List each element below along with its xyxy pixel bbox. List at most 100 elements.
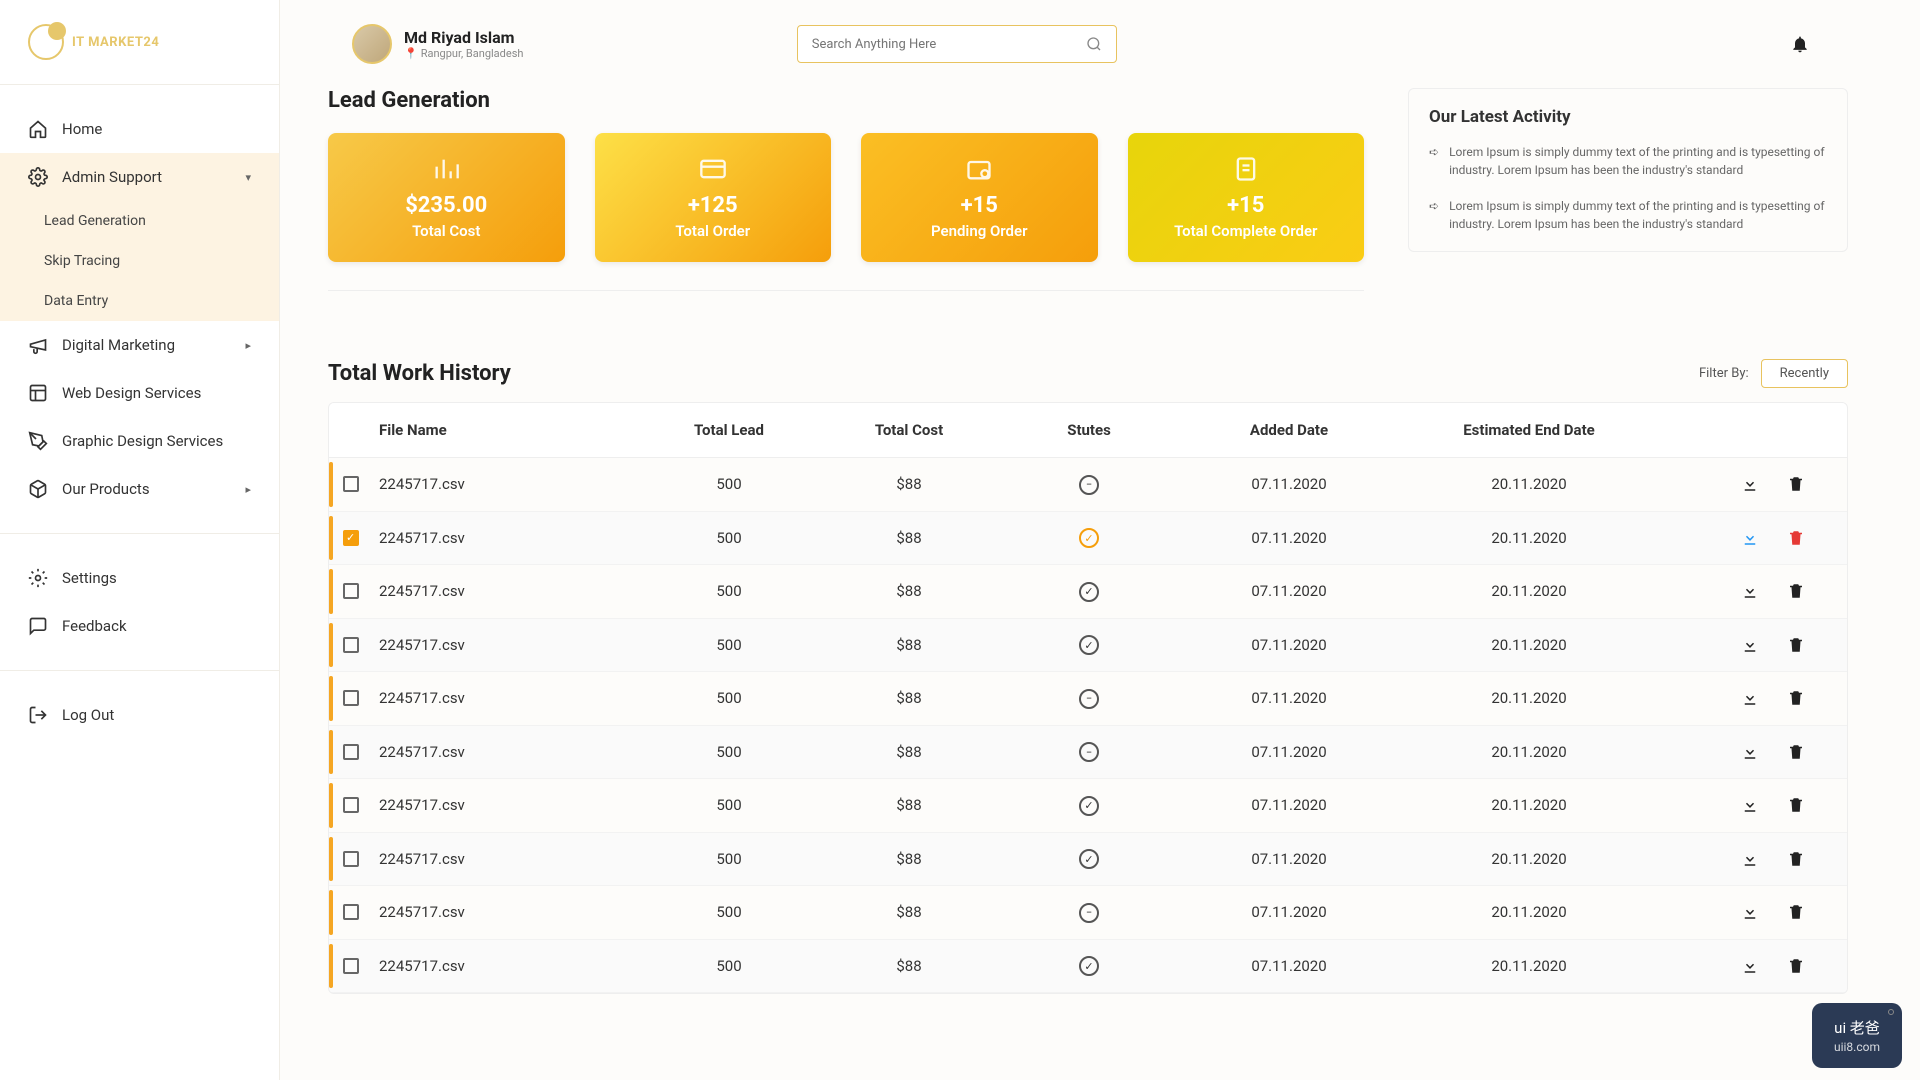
search-input[interactable]	[812, 37, 1086, 52]
nav-settings[interactable]: Settings	[0, 554, 279, 602]
table-row[interactable]: 2245717.csv500$8807.11.202020.11.2020	[329, 672, 1847, 726]
trash-icon[interactable]	[1787, 850, 1805, 868]
download-icon[interactable]	[1741, 743, 1759, 761]
row-checkbox[interactable]	[343, 690, 359, 706]
cell-file: 2245717.csv	[379, 636, 639, 654]
cell-file: 2245717.csv	[379, 850, 639, 868]
cell-end: 20.11.2020	[1399, 957, 1659, 975]
cell-status	[999, 528, 1179, 549]
nav-home[interactable]: Home	[0, 105, 279, 153]
row-checkbox[interactable]	[343, 851, 359, 867]
user-profile[interactable]: Md Riyad Islam 📍 Rangpur, Bangladesh	[352, 24, 523, 64]
row-checkbox[interactable]	[343, 637, 359, 653]
download-icon[interactable]	[1741, 796, 1759, 814]
trash-icon[interactable]	[1787, 743, 1805, 761]
trash-icon[interactable]	[1787, 903, 1805, 921]
table-row[interactable]: 2245717.csv500$8807.11.202020.11.2020	[329, 833, 1847, 887]
table-row[interactable]: 2245717.csv500$8807.11.202020.11.2020	[329, 779, 1847, 833]
search-box[interactable]	[797, 25, 1117, 63]
nav-logout-label: Log Out	[62, 706, 114, 724]
trash-icon[interactable]	[1787, 689, 1805, 707]
stat-total-order[interactable]: +125 Total Order	[595, 133, 832, 262]
avatar	[352, 24, 392, 64]
nav-data-entry[interactable]: Data Entry	[0, 281, 279, 321]
nav-logout[interactable]: Log Out	[0, 691, 279, 739]
row-checkbox[interactable]	[343, 744, 359, 760]
cell-status	[999, 688, 1179, 709]
brand-logo[interactable]: IT MARKET24	[0, 0, 279, 84]
chart-icon	[432, 155, 460, 183]
topbar: Md Riyad Islam 📍 Rangpur, Bangladesh	[280, 0, 1920, 88]
cell-file: 2245717.csv	[379, 529, 639, 547]
cell-file: 2245717.csv	[379, 475, 639, 493]
cell-end: 20.11.2020	[1399, 850, 1659, 868]
nav-digital-marketing[interactable]: Digital Marketing ▸	[0, 321, 279, 369]
cell-added: 07.11.2020	[1179, 903, 1399, 921]
filter-button[interactable]: Recently	[1761, 359, 1848, 388]
stat-total-cost[interactable]: $235.00 Total Cost	[328, 133, 565, 262]
nav-admin-label: Admin Support	[62, 168, 162, 186]
cell-cost: $88	[819, 582, 999, 600]
check-circle-icon	[1079, 635, 1099, 655]
nav-graphic-design[interactable]: Graphic Design Services	[0, 417, 279, 465]
download-icon[interactable]	[1741, 582, 1759, 600]
nav-web-design[interactable]: Web Design Services	[0, 369, 279, 417]
cell-file: 2245717.csv	[379, 796, 639, 814]
cell-lead: 500	[639, 957, 819, 975]
stat-pending-order[interactable]: +15 Pending Order	[861, 133, 1098, 262]
cell-file: 2245717.csv	[379, 689, 639, 707]
table-row[interactable]: 2245717.csv500$8807.11.202020.11.2020	[329, 619, 1847, 673]
check-circle-icon	[1079, 956, 1099, 976]
nav-graphic-label: Graphic Design Services	[62, 432, 223, 450]
cell-file: 2245717.csv	[379, 743, 639, 761]
check-circle-icon	[1079, 528, 1099, 548]
nav-lead-generation[interactable]: Lead Generation	[0, 201, 279, 241]
table-row[interactable]: 2245717.csv500$8807.11.202020.11.2020	[329, 940, 1847, 994]
nav-skip-tracing[interactable]: Skip Tracing	[0, 241, 279, 281]
table-row[interactable]: 2245717.csv500$8807.11.202020.11.2020	[329, 886, 1847, 940]
trash-icon[interactable]	[1787, 957, 1805, 975]
pin-icon: 📍	[404, 47, 418, 60]
row-checkbox[interactable]	[343, 583, 359, 599]
table-row[interactable]: 2245717.csv500$8807.11.202020.11.2020	[329, 726, 1847, 780]
trash-icon[interactable]	[1787, 636, 1805, 654]
row-checkbox[interactable]	[343, 476, 359, 492]
row-checkbox[interactable]	[343, 958, 359, 974]
card-icon	[699, 155, 727, 183]
activity-title: Our Latest Activity	[1429, 107, 1827, 127]
gear-icon	[28, 167, 48, 187]
check-circle-icon	[1079, 796, 1099, 816]
trash-icon[interactable]	[1787, 529, 1805, 547]
row-checkbox[interactable]	[343, 530, 359, 546]
activity-card: Our Latest Activity ➪ Lorem Ipsum is sim…	[1408, 88, 1848, 252]
table-row[interactable]: 2245717.csv500$8807.11.202020.11.2020	[329, 565, 1847, 619]
th-end: Estimated End Date	[1399, 421, 1659, 439]
row-checkbox[interactable]	[343, 904, 359, 920]
download-icon[interactable]	[1741, 689, 1759, 707]
cell-cost: $88	[819, 796, 999, 814]
download-icon[interactable]	[1741, 957, 1759, 975]
trash-icon[interactable]	[1787, 475, 1805, 493]
download-icon[interactable]	[1741, 903, 1759, 921]
row-checkbox[interactable]	[343, 797, 359, 813]
download-icon[interactable]	[1741, 475, 1759, 493]
trash-icon[interactable]	[1787, 582, 1805, 600]
table-row[interactable]: 2245717.csv500$8807.11.202020.11.2020	[329, 458, 1847, 512]
trash-icon[interactable]	[1787, 796, 1805, 814]
notifications-button[interactable]	[1790, 34, 1810, 54]
download-icon[interactable]	[1741, 636, 1759, 654]
th-cost: Total Cost	[819, 421, 999, 439]
nav-our-products[interactable]: Our Products ▸	[0, 465, 279, 513]
nav-admin-support[interactable]: Admin Support ▾	[0, 153, 279, 201]
stat-complete-order[interactable]: +15 Total Complete Order	[1128, 133, 1365, 262]
chevron-down-icon: ▾	[245, 171, 251, 184]
table-row[interactable]: 2245717.csv500$8807.11.202020.11.2020	[329, 512, 1847, 566]
nav-feedback[interactable]: Feedback	[0, 602, 279, 650]
cell-cost: $88	[819, 636, 999, 654]
download-icon[interactable]	[1741, 850, 1759, 868]
search-icon[interactable]	[1086, 36, 1102, 52]
download-icon[interactable]	[1741, 529, 1759, 547]
cell-lead: 500	[639, 636, 819, 654]
cell-status	[999, 956, 1179, 977]
logout-icon	[28, 705, 48, 725]
